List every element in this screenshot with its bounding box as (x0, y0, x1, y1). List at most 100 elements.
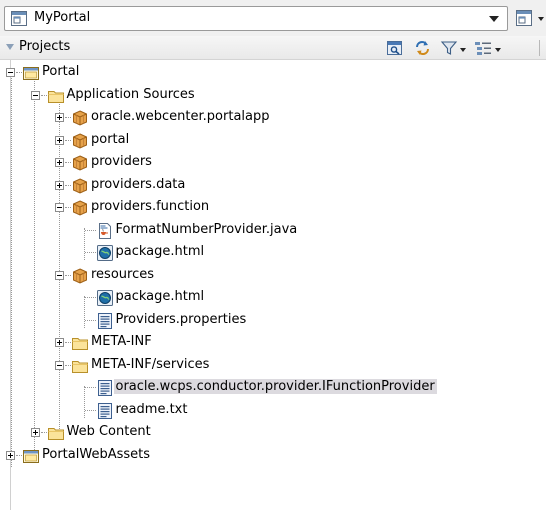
tree-node[interactable]: package.html (0, 287, 546, 309)
filter-icon[interactable] (440, 40, 458, 56)
tree-node[interactable]: META-INF (0, 332, 546, 354)
tree-connector (84, 409, 96, 411)
tree-connector (16, 72, 22, 73)
application-menu-icon (516, 10, 532, 26)
text-file-icon (97, 312, 113, 329)
tree-node[interactable]: providers.function (0, 197, 546, 219)
tree-connector (65, 364, 71, 366)
tree-connector (16, 454, 22, 456)
expand-toggle-icon[interactable] (55, 158, 64, 167)
expand-toggle-icon[interactable] (30, 428, 40, 437)
expand-toggle-icon[interactable] (55, 135, 64, 145)
collapse-panel-icon[interactable] (6, 44, 14, 50)
tree-node-label: providers.data (91, 176, 186, 192)
folder-icon (72, 335, 88, 351)
tree-node[interactable]: Portal (0, 62, 546, 84)
tree-node-label: META-INF (91, 334, 152, 349)
package-icon (72, 155, 88, 171)
tree-node-label: oracle.webcenter.portalapp (91, 109, 270, 124)
tree-connector (40, 432, 47, 433)
tree-node-label: package.html (115, 244, 205, 259)
working-sets-dropdown-arrow-icon[interactable] (495, 48, 501, 52)
tree-connector (65, 117, 71, 118)
tree-connector (84, 229, 96, 231)
package-icon (72, 200, 88, 216)
folder-icon (72, 358, 88, 374)
application-icon (11, 11, 27, 26)
tree-connector (65, 274, 71, 276)
application-menu-button[interactable] (514, 7, 546, 30)
tree-node[interactable]: FormatNumberProvider.java (0, 220, 546, 242)
tree-node[interactable]: readme.txt (0, 400, 546, 422)
package-icon (72, 177, 88, 194)
tree-node[interactable]: package.html (0, 242, 546, 264)
tree-node-label: providers (91, 154, 152, 169)
expand-toggle-icon[interactable] (55, 180, 64, 190)
project-icon (23, 65, 39, 81)
tree-node-label: Application Sources (66, 86, 195, 102)
tree-node[interactable]: oracle.webcenter.portalapp (0, 107, 546, 129)
package-icon (72, 132, 88, 149)
tree-connector (65, 162, 71, 163)
project-tree[interactable]: Portal Application Sources oracle.webcente… (0, 62, 546, 510)
tree-node-label: Web Content (66, 424, 151, 439)
collapse-toggle-icon[interactable] (6, 68, 15, 77)
tree-node[interactable]: Application Sources (0, 85, 546, 107)
html-file-icon (96, 245, 113, 261)
text-file-icon (97, 402, 113, 419)
tree-node-label: Providers.properties (115, 311, 247, 327)
tree-node[interactable]: oracle.wcps.conductor.provider.IFunction… (0, 377, 546, 399)
tree-connector (84, 387, 96, 388)
project-icon (23, 448, 39, 464)
tree-node[interactable]: resources (0, 265, 546, 287)
folder-icon (47, 425, 64, 441)
tree-node[interactable]: PortalWebAssets (0, 445, 546, 467)
tree-node-label: oracle.wcps.conductor.provider.IFunction… (113, 379, 437, 394)
tree-node-label: PortalWebAssets (42, 446, 150, 462)
tree-node[interactable]: providers.data (0, 175, 546, 197)
toolbar-separator (539, 40, 540, 56)
java-file-icon (97, 222, 113, 239)
working-sets-icon[interactable] (474, 40, 492, 56)
expand-toggle-icon[interactable] (55, 338, 64, 347)
application-navigator-bar: MyPortal (0, 0, 546, 36)
tree-node[interactable]: Providers.properties (0, 310, 546, 332)
tree-connector (84, 252, 96, 253)
tree-node-label: package.html (115, 289, 205, 304)
application-selector[interactable]: MyPortal (4, 6, 508, 31)
application-selector-value: MyPortal (34, 10, 91, 25)
collapse-toggle-icon[interactable] (55, 203, 64, 212)
tree-node[interactable]: META-INF/services (0, 355, 546, 377)
refresh-icon[interactable] (414, 40, 432, 56)
tree-connector (65, 342, 71, 343)
package-icon (72, 110, 88, 126)
tree-connector (65, 139, 71, 141)
tree-node-label: providers.function (91, 199, 210, 214)
tree-connector (40, 94, 47, 96)
tree-node-label: FormatNumberProvider.java (115, 221, 298, 237)
tree-node-label: resources (91, 266, 155, 282)
tree-connector (65, 184, 71, 186)
tree-node-label: portal (91, 131, 130, 147)
expand-toggle-icon[interactable] (55, 113, 64, 122)
projects-panel-title: Projects (19, 39, 71, 54)
tree-node[interactable]: providers (0, 152, 546, 174)
tree-node-label: Portal (42, 64, 80, 79)
projects-panel-header: Projects (0, 36, 546, 60)
filter-dropdown-arrow-icon[interactable] (460, 48, 466, 52)
tree-node-label: META-INF/services (91, 356, 210, 372)
collapse-toggle-icon[interactable] (55, 360, 64, 370)
chevron-down-icon (538, 17, 544, 21)
folder-icon (47, 88, 64, 104)
expand-toggle-icon[interactable] (6, 450, 15, 460)
text-file-icon (97, 380, 113, 396)
collapse-toggle-icon[interactable] (55, 270, 64, 280)
tree-node[interactable]: Web Content (0, 422, 546, 444)
tree-node[interactable]: portal (0, 130, 546, 152)
tree-connector (65, 207, 71, 208)
project-properties-icon[interactable] (386, 40, 404, 56)
tree-connector (84, 319, 96, 321)
chevron-down-icon[interactable] (489, 16, 499, 22)
tree-connector (84, 297, 96, 298)
collapse-toggle-icon[interactable] (30, 90, 40, 100)
